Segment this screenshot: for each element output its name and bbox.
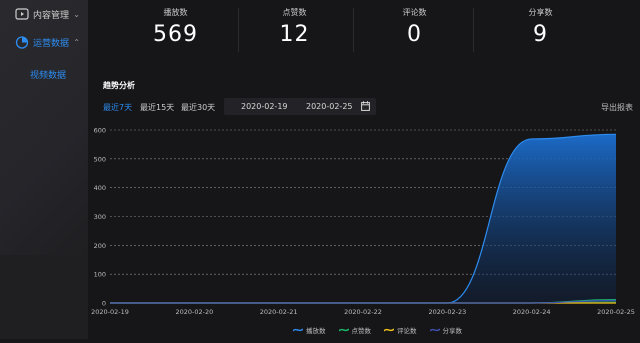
section-title: 趋势分析 [103,80,135,91]
chevron-up-icon: ⌃ [73,38,80,47]
export-report-button[interactable]: 导出报表 [601,102,633,113]
main-content: 播放数 569 点赞数 12 评论数 0 分享数 9 趋势分析 最近7天 最近1… [88,0,640,339]
date-start[interactable]: 2020-02-19 [241,102,288,111]
range-30-days-button[interactable]: 最近30天 [181,102,215,113]
legend-label: 点赞数 [352,325,372,335]
date-end[interactable]: 2020-02-25 [306,102,353,111]
legend-line-icon [384,327,394,333]
y-tick-label: 300 [94,213,106,221]
y-tick-label: 400 [94,184,106,192]
x-tick-label: 2020-02-20 [175,308,213,316]
legend-label: 评论数 [397,325,417,335]
legend-line-icon [430,327,440,333]
stat-likes: 点赞数 12 [232,0,357,60]
stat-value: 9 [478,22,603,47]
legend-item[interactable]: 分享数 [430,325,463,335]
x-tick-label: 2020-02-22 [344,308,382,316]
x-tick-label: 2020-02-23 [428,308,466,316]
stat-value: 0 [352,22,477,47]
y-tick-label: 200 [94,242,106,250]
divider [473,8,474,52]
x-tick-label: 2020-02-21 [260,308,298,316]
y-tick-label: 600 [94,127,106,135]
y-tick-label: 500 [94,155,106,163]
trend-chart-svg: 0 100 200 300 400 500 600 2020-02-19 2020-02-20 2… [88,120,640,339]
x-tick-label: 2020-02-19 [91,308,129,316]
sidebar-item-label: 内容管理 [33,8,69,21]
chart-legend: 播放数 点赞数 评论数 分享数 [293,325,462,335]
sidebar-item-label: 运营数据 [33,36,69,49]
range-7-days-button[interactable]: 最近7天 [103,102,132,113]
stat-label: 评论数 [352,7,477,18]
stat-value: 12 [232,22,357,47]
stat-label: 播放数 [113,7,238,18]
range-15-days-button[interactable]: 最近15天 [140,102,174,113]
x-tick-label: 2020-02-25 [597,308,635,316]
pie-chart-icon [15,35,29,49]
trend-chart: 0 100 200 300 400 500 600 2020-02-19 2020-02-20 2… [88,120,640,339]
legend-item[interactable]: 评论数 [384,325,417,335]
stat-comments: 评论数 0 [352,0,477,60]
stat-plays: 播放数 569 [113,0,238,60]
stats-row: 播放数 569 点赞数 12 评论数 0 分享数 9 [88,0,640,60]
y-tick-label: 0 [102,300,106,308]
legend-line-icon [339,327,349,333]
sidebar: 内容管理 ⌄ 运营数据 ⌃ 视频数据 [0,0,88,339]
stat-shares: 分享数 9 [478,0,603,60]
play-square-icon [15,7,29,21]
y-tick-label: 100 [94,271,106,279]
legend-label: 播放数 [306,325,326,335]
stat-value: 569 [113,22,238,47]
stat-label: 分享数 [478,7,603,18]
stat-label: 点赞数 [232,7,357,18]
x-tick-label: 2020-02-24 [513,308,551,316]
calendar-icon[interactable] [361,101,370,111]
legend-item[interactable]: 点赞数 [339,325,372,335]
series-area-plays [110,134,616,303]
legend-item[interactable]: 播放数 [293,325,326,335]
sidebar-item-operations-data[interactable]: 运营数据 ⌃ [0,28,88,56]
chevron-down-icon: ⌄ [73,10,80,19]
sidebar-subitem-video-data[interactable]: 视频数据 [30,68,66,81]
date-range-picker[interactable]: 2020-02-19 2020-02-25 [224,98,376,115]
legend-line-icon [293,327,303,333]
legend-label: 分享数 [443,325,463,335]
sidebar-item-content-management[interactable]: 内容管理 ⌄ [0,0,88,28]
